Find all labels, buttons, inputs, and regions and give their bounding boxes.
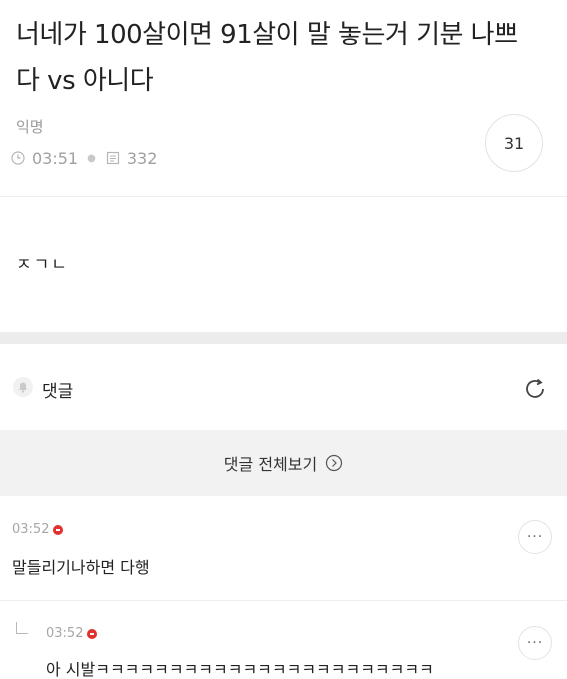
header-divider (0, 196, 567, 197)
post-body: ㅈㄱㄴ (16, 255, 69, 275)
view-all-comments-button[interactable]: 댓글 전체보기 (0, 430, 567, 496)
post-views: 332 (126, 148, 158, 168)
new-badge-icon (87, 628, 98, 639)
bell-icon[interactable] (12, 376, 34, 398)
reply-time: 03:52 (46, 626, 84, 641)
clock-icon (10, 150, 26, 166)
post-meta: 03:51 ● 332 (10, 146, 157, 170)
comment-count-button[interactable]: 31 (485, 114, 543, 172)
reply-more-button[interactable]: ··· (518, 626, 552, 660)
reply-item: 03:52 아 시발ㅋㅋㅋㅋㅋㅋㅋㅋㅋㅋㅋㅋㅋㅋㅋㅋㅋㅋㅋㅋㅋㅋㅋ ··· (0, 600, 567, 679)
reply-text: 아 시발ㅋㅋㅋㅋㅋㅋㅋㅋㅋㅋㅋㅋㅋㅋㅋㅋㅋㅋㅋㅋㅋㅋㅋ (46, 660, 434, 679)
post-time: 03:51 (32, 148, 79, 168)
comment-item: 03:52 말들리기나하면 다행 ··· (0, 500, 567, 600)
reply-time-wrap: 03:52 (46, 626, 98, 641)
comment-section-header: 댓글 (0, 344, 567, 428)
section-divider (0, 332, 567, 344)
comment-time: 03:52 (12, 522, 50, 537)
comment-time-wrap: 03:52 (12, 522, 64, 537)
post-title: 너네가 100살이면 91살이 말 놓는거 기분 나쁘다 vs 아니다 (16, 20, 518, 96)
views-icon (105, 150, 121, 166)
comment-section-label: 댓글 (42, 382, 74, 402)
meta-separator: ● (87, 152, 96, 164)
arrow-circle-icon (325, 454, 343, 472)
post-header: 너네가 100살이면 91살이 말 놓는거 기분 나쁘다 vs 아니다 익명 0… (0, 0, 567, 200)
comment-text: 말들리기나하면 다행 (12, 558, 150, 577)
refresh-icon[interactable] (522, 376, 548, 402)
view-all-label: 댓글 전체보기 (223, 455, 318, 474)
new-badge-icon (53, 524, 64, 535)
comment-more-button[interactable]: ··· (518, 520, 552, 554)
post-author: 익명 (16, 118, 44, 136)
